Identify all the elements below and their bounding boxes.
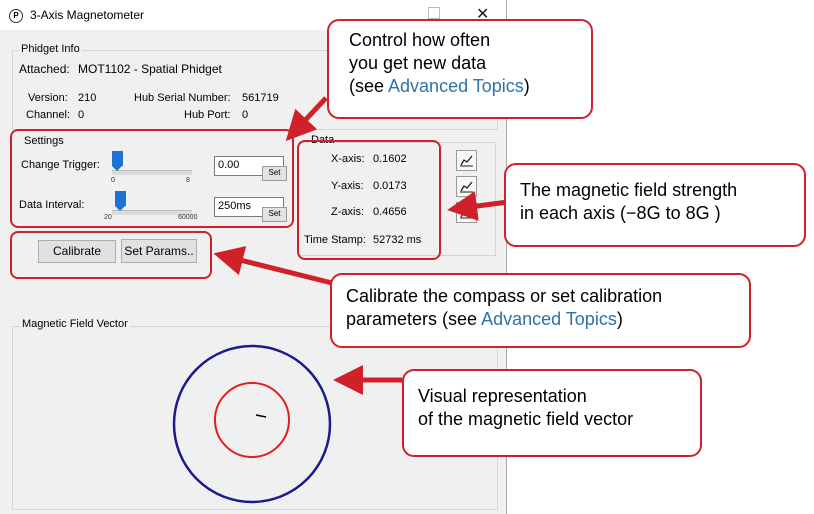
callout-data-rate: Control how often you get new data (see … bbox=[327, 19, 593, 119]
callout-visual-line1: Visual representation bbox=[418, 386, 587, 406]
callout-data-rate-line2: you get new data bbox=[349, 53, 487, 73]
advanced-topics-link[interactable]: Advanced Topics bbox=[481, 309, 617, 329]
callout-calibrate-text: ) bbox=[616, 309, 623, 329]
callout-visual-line2: of the magnetic field vector bbox=[418, 409, 634, 429]
callout-field-strength-line2: in each axis (−8G to 8G ) bbox=[520, 203, 721, 223]
callout-visual: Visual representation of the magnetic fi… bbox=[402, 369, 702, 457]
callout-calibrate-line1: Calibrate the compass or set calibration bbox=[346, 286, 663, 306]
callout-calibrate: Calibrate the compass or set calibration… bbox=[330, 273, 751, 348]
callout-data-rate-line1: Control how often bbox=[349, 30, 491, 50]
callout-field-strength-line1: The magnetic field strength bbox=[520, 180, 738, 200]
advanced-topics-link[interactable]: Advanced Topics bbox=[388, 76, 524, 96]
callout-field-strength: The magnetic field strength in each axis… bbox=[504, 163, 806, 247]
calibrate-arrow bbox=[213, 246, 333, 286]
callout-data-rate-text: (see bbox=[349, 76, 389, 96]
callout-calibrate-text: parameters (see bbox=[346, 309, 482, 329]
data-arrow bbox=[447, 191, 509, 221]
callout-data-rate-text: ) bbox=[523, 76, 530, 96]
settings-arrow bbox=[285, 96, 328, 141]
